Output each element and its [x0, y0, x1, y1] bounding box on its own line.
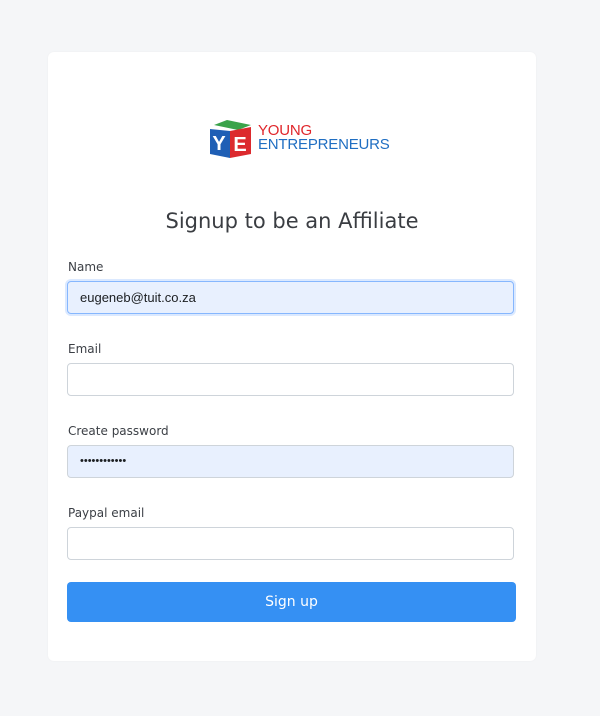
- email-label: Email: [68, 342, 102, 356]
- password-field[interactable]: ••••••••••••: [67, 445, 514, 478]
- name-field[interactable]: eugeneb@tuit.co.za: [67, 281, 514, 314]
- paypal-email-field[interactable]: [67, 527, 514, 560]
- email-field[interactable]: [67, 363, 514, 396]
- svg-text:Y: Y: [212, 133, 226, 155]
- logo-line-2: ENTREPRENEURS: [258, 136, 390, 153]
- page-title: Signup to be an Affiliate: [165, 209, 419, 233]
- svg-text:E: E: [233, 134, 246, 156]
- password-label: Create password: [68, 424, 169, 438]
- sign-up-button[interactable]: Sign up: [67, 582, 516, 622]
- logo-cube-icon: Y E: [210, 120, 251, 158]
- young-entrepreneurs-logo: Y E YOUNG ENTREPRENEURS: [207, 119, 390, 163]
- name-label: Name: [68, 260, 104, 274]
- paypal-email-label: Paypal email: [68, 506, 145, 520]
- signup-card: Y E YOUNG ENTREPRENEURS Signup to be an …: [48, 52, 536, 661]
- logo-wordmark: YOUNG ENTREPRENEURS: [258, 123, 390, 153]
